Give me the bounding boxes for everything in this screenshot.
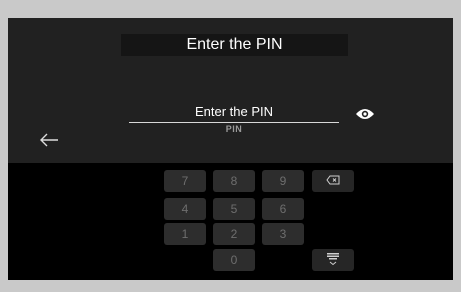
- key-4[interactable]: 4: [164, 198, 206, 220]
- backspace-icon: [326, 174, 340, 188]
- keyboard-hide-icon: [325, 252, 341, 269]
- key-0[interactable]: 0: [213, 249, 255, 271]
- key-5[interactable]: 5: [213, 198, 255, 220]
- pin-field-label: PIN: [225, 124, 243, 134]
- backspace-button[interactable]: [312, 170, 354, 192]
- pin-header-panel: Enter the PIN Enter the PIN PIN: [8, 18, 453, 163]
- arrow-left-icon[interactable]: [38, 130, 60, 150]
- key-3[interactable]: 3: [262, 223, 304, 245]
- key-9[interactable]: 9: [262, 170, 304, 192]
- key-7[interactable]: 7: [164, 170, 206, 192]
- keyboard-hide-button[interactable]: [312, 249, 354, 271]
- key-1[interactable]: 1: [164, 223, 206, 245]
- key-2[interactable]: 2: [213, 223, 255, 245]
- key-6[interactable]: 6: [262, 198, 304, 220]
- eye-icon[interactable]: [354, 106, 376, 122]
- key-8[interactable]: 8: [213, 170, 255, 192]
- pin-entry-screen: Enter the PIN Enter the PIN PIN 7 8 9 4 …: [8, 18, 453, 280]
- page-title: Enter the PIN: [186, 36, 283, 53]
- pin-input[interactable]: Enter the PIN: [129, 100, 339, 123]
- title-bar: Enter the PIN: [121, 34, 348, 56]
